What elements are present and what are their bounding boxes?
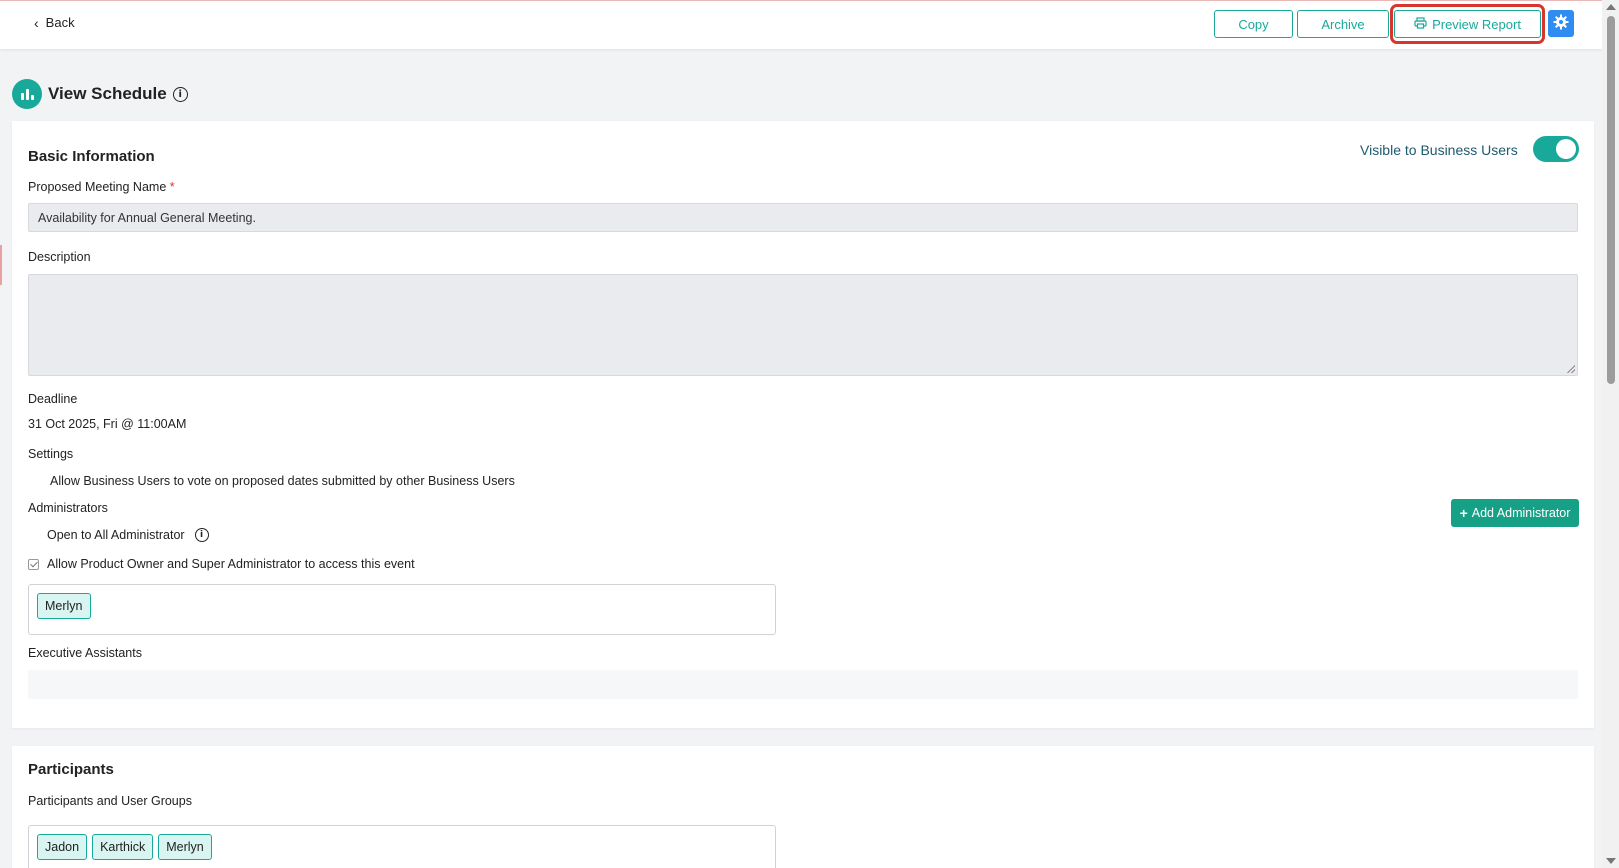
participants-groups-label: Participants and User Groups: [28, 794, 192, 808]
participants-card: Participants Participants and User Group…: [12, 746, 1594, 868]
copy-button[interactable]: Copy: [1214, 10, 1293, 38]
visible-to-business-users-label: Visible to Business Users: [1360, 142, 1518, 158]
archive-label: Archive: [1321, 16, 1365, 32]
basic-information-card: Basic Information Visible to Business Us…: [12, 121, 1594, 728]
checkbox-icon[interactable]: [28, 558, 39, 570]
tag-jadon[interactable]: Jadon: [37, 834, 88, 860]
description-field[interactable]: [28, 274, 1578, 376]
open-to-all-admin-label: Open to All Administrator: [47, 528, 185, 542]
back-button[interactable]: ‹ Back: [34, 15, 75, 30]
section-title-basic-information: Basic Information: [28, 148, 155, 165]
back-label: Back: [45, 15, 75, 30]
executive-assistants-field[interactable]: [28, 670, 1578, 699]
tag-karthick[interactable]: Karthick: [92, 834, 154, 860]
visible-to-business-users-toggle[interactable]: [1533, 136, 1579, 162]
administrators-label: Administrators: [28, 501, 108, 515]
settings-button[interactable]: [1548, 10, 1574, 37]
vertical-scrollbar[interactable]: [1602, 0, 1619, 868]
add-administrator-button[interactable]: + Add Administrator: [1451, 499, 1579, 527]
resize-handle-icon[interactable]: [1567, 365, 1575, 373]
participants-tags: Jadon Karthick Merlyn: [37, 834, 217, 860]
chevron-left-icon: ‹: [34, 14, 39, 31]
tag-merlyn[interactable]: Merlyn: [158, 834, 212, 860]
tag-merlyn[interactable]: Merlyn: [37, 593, 91, 619]
administrators-tags: Merlyn: [37, 593, 96, 619]
settings-label: Settings: [28, 447, 74, 461]
preview-report-highlight: [1390, 4, 1545, 44]
gear-icon: [1553, 14, 1569, 33]
meeting-name-label-text: Proposed Meeting Name: [28, 180, 167, 194]
scrollbar-thumb[interactable]: [1607, 16, 1615, 384]
archive-button[interactable]: Archive: [1297, 10, 1389, 38]
page-title: View Schedule: [48, 84, 167, 103]
participants-tag-box[interactable]: Jadon Karthick Merlyn: [28, 825, 776, 868]
copy-label: Copy: [1238, 16, 1269, 32]
deadline-value: 31 Oct 2025, Fri @ 11:00AM: [28, 417, 187, 431]
open-to-all-admin-row: Open to All Administrator i: [47, 528, 209, 542]
description-label: Description: [28, 250, 91, 264]
scroll-up-arrow-icon[interactable]: [1606, 4, 1616, 10]
settings-vote-option: Allow Business Users to vote on proposed…: [50, 474, 515, 488]
deadline-label: Deadline: [28, 392, 78, 406]
plus-icon: +: [1459, 505, 1468, 521]
required-mark: *: [169, 180, 175, 194]
meeting-name-label: Proposed Meeting Name *: [28, 180, 175, 194]
executive-assistants-label: Executive Assistants: [28, 646, 142, 660]
scroll-down-arrow-icon[interactable]: [1606, 858, 1616, 864]
bar-chart-icon: [12, 79, 42, 109]
add-administrator-label: Add Administrator: [1471, 506, 1571, 520]
toggle-knob: [1556, 139, 1576, 159]
administrators-tag-box[interactable]: Merlyn: [28, 584, 776, 635]
section-title-participants: Participants: [28, 761, 114, 778]
top-bar: ‹ Back Copy Archive Preview Report: [0, 0, 1602, 49]
info-icon[interactable]: i: [172, 86, 188, 102]
left-edge-marker: [0, 245, 2, 285]
allow-product-owner-label: Allow Product Owner and Super Administra…: [47, 557, 415, 571]
meeting-name-field[interactable]: Availability for Annual General Meeting.: [28, 203, 1578, 232]
info-icon[interactable]: i: [194, 528, 209, 542]
allow-product-owner-row[interactable]: Allow Product Owner and Super Administra…: [28, 557, 415, 571]
page-header: View Schedule i: [12, 79, 188, 109]
